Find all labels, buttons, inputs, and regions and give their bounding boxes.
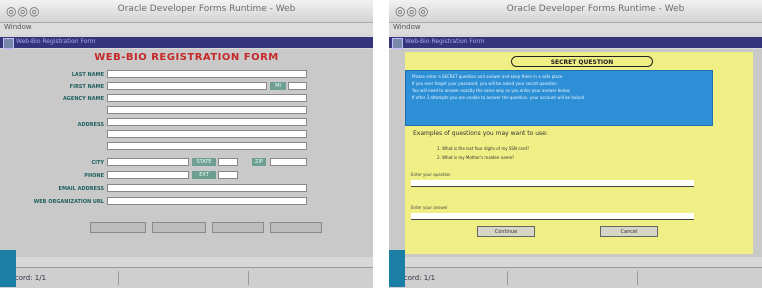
mi-field[interactable]	[288, 82, 307, 90]
form-button-1[interactable]	[90, 222, 146, 233]
label-email: EMAIL ADDRESS	[58, 186, 104, 192]
form-button-4[interactable]	[270, 222, 322, 233]
web-org-field[interactable]	[107, 197, 307, 205]
answer-label: Enter your answer	[411, 205, 448, 210]
form-icon	[392, 38, 403, 49]
registration-window: ◎◎◎ Oracle Developer Forms Runtime - Web…	[0, 0, 373, 288]
phone-field[interactable]	[107, 171, 189, 179]
menu-window[interactable]: Window	[4, 23, 32, 31]
inner-titlebar: Web-Bio Registration Form	[389, 37, 762, 49]
label-agency: AGENCY NAME	[62, 96, 104, 102]
form-button-2[interactable]	[152, 222, 206, 233]
label-phone: PHONE	[84, 173, 104, 179]
menu-window[interactable]: Window	[393, 23, 421, 31]
inner-title: Web-Bio Registration Form	[16, 38, 96, 45]
label-address: ADDRESS	[77, 122, 104, 128]
menu-bar: Window	[0, 23, 373, 34]
example-item: 1. What is the last four digits of my SS…	[437, 146, 530, 151]
label-zip: ZIP	[252, 158, 266, 166]
teal-accent	[389, 250, 405, 287]
instruction-line: If after 3 attempts you are unable to an…	[412, 95, 586, 100]
first-name-field[interactable]	[107, 82, 267, 90]
city-field[interactable]	[107, 158, 189, 166]
label-web-org: WEB ORGANIZATION URL	[33, 199, 104, 205]
instruction-line: Please enter a SECRET question and answe…	[412, 74, 564, 79]
status-bar: Record: 1/1	[0, 267, 373, 288]
window-titlebar: ◎◎◎ Oracle Developer Forms Runtime - Web	[0, 0, 373, 23]
zip-field[interactable]	[270, 158, 307, 166]
status-divider	[118, 271, 119, 285]
address-line-1[interactable]	[107, 106, 307, 114]
label-last-name: LAST NAME	[71, 72, 104, 78]
window-title: Oracle Developer Forms Runtime - Web	[117, 4, 296, 14]
label-ext: EXT	[192, 171, 216, 179]
window-title: Oracle Developer Forms Runtime - Web	[506, 4, 685, 14]
state-field[interactable]	[218, 158, 238, 166]
address-line-4[interactable]	[107, 142, 307, 150]
label-mi: MI	[270, 82, 286, 90]
inner-titlebar: Web-Bio Registration Form	[0, 37, 373, 49]
instructions-box: Please enter a SECRET question and answe…	[405, 70, 713, 126]
window-controls[interactable]: ◎◎◎	[395, 4, 447, 18]
label-first-name: FIRST NAME	[69, 84, 104, 90]
cancel-button[interactable]: Cancel	[600, 226, 658, 237]
examples-heading: Examples of questions you may want to us…	[413, 130, 548, 137]
secret-question-title: SECRET QUESTION	[511, 56, 653, 67]
instruction-line: If you ever forget your password, you wi…	[412, 81, 558, 86]
address-line-3[interactable]	[107, 130, 307, 138]
form-button-3[interactable]	[212, 222, 264, 233]
status-divider	[507, 271, 508, 285]
ext-field[interactable]	[218, 171, 238, 179]
continue-button[interactable]: Continue	[477, 226, 535, 237]
window-titlebar: ◎◎◎ Oracle Developer Forms Runtime - Web	[389, 0, 762, 23]
inner-title: Web-Bio Registration Form	[405, 38, 485, 45]
answer-input[interactable]	[411, 213, 694, 220]
menu-bar: Window	[389, 23, 762, 34]
status-divider	[637, 271, 638, 285]
status-bar: Record: 1/1	[389, 267, 762, 288]
question-label: Enter your question	[411, 172, 451, 177]
instruction-line: You will need to answer exactly the same…	[412, 88, 571, 93]
label-state: STATE	[192, 158, 216, 166]
email-field[interactable]	[107, 184, 307, 192]
secret-question-window: ◎◎◎ Oracle Developer Forms Runtime - Web…	[389, 0, 762, 288]
example-item: 2. What is my Mother's maiden name?	[437, 155, 515, 160]
address-line-2[interactable]	[107, 118, 307, 126]
window-controls[interactable]: ◎◎◎	[6, 4, 58, 18]
status-divider	[248, 271, 249, 285]
label-city: CITY	[91, 160, 104, 166]
teal-accent	[0, 250, 16, 287]
last-name-field[interactable]	[107, 70, 307, 78]
form-icon	[3, 38, 14, 49]
question-input[interactable]	[411, 180, 694, 187]
form-title: WEB-BIO REGISTRATION FORM	[94, 52, 279, 63]
agency-field[interactable]	[107, 94, 307, 102]
